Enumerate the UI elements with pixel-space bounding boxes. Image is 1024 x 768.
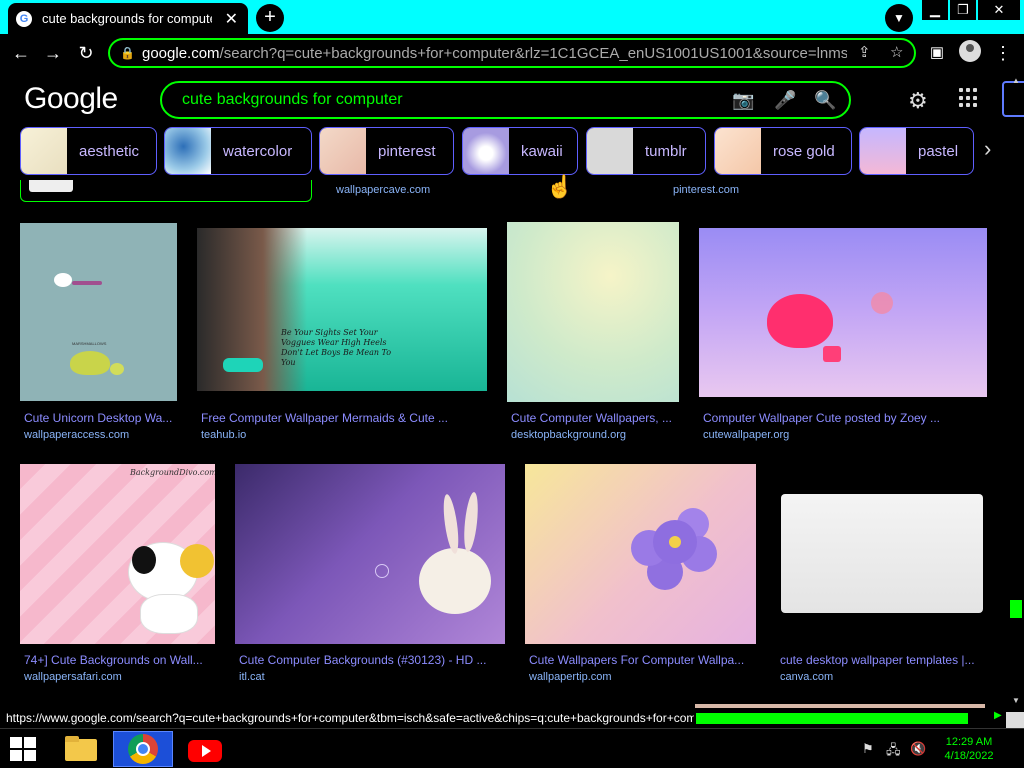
menu-kebab-icon[interactable]: ⋮ — [990, 40, 1016, 66]
result-source[interactable]: cutewallpaper.org — [703, 429, 789, 441]
back-arrow-icon[interactable]: ← — [8, 40, 34, 66]
result-source[interactable]: canva.com — [780, 671, 833, 683]
result-title[interactable]: Cute Wallpapers For Computer Wallpa... — [529, 653, 756, 667]
flag-icon[interactable]: ⚑ — [862, 741, 874, 757]
google-favicon-icon: G — [16, 10, 32, 27]
restore-button[interactable]: ❐ — [950, 0, 976, 20]
youtube-taskbar-icon[interactable] — [176, 732, 234, 766]
google-logo[interactable]: Google — [24, 82, 118, 116]
result-image-unicorn[interactable]: MARSHMALLOWS — [20, 223, 177, 401]
scroll-up-arrow-icon[interactable]: ▲ — [1012, 76, 1020, 85]
tab-strip: G cute backgrounds for computer - Google… — [0, 0, 1024, 34]
chip-pastel[interactable]: pastel — [859, 127, 974, 175]
result-image-bunny[interactable] — [235, 464, 505, 644]
chip-aesthetic[interactable]: aesthetic — [20, 127, 157, 175]
chip-rose-gold[interactable]: rose gold — [714, 127, 852, 175]
chip-kawaii[interactable]: kawaii — [462, 127, 578, 175]
chip-pinterest[interactable]: pinterest — [319, 127, 454, 175]
file-explorer-icon[interactable] — [52, 732, 110, 766]
result-title[interactable]: Cute Computer Wallpapers, ... — [511, 411, 679, 425]
new-tab-button[interactable]: + — [256, 4, 284, 32]
screen: G cute backgrounds for computer - Google… — [0, 0, 1024, 768]
next-row-image[interactable] — [695, 704, 985, 708]
chip-tumblr[interactable]: tumblr — [586, 127, 706, 175]
microphone-icon[interactable]: 🎤 — [774, 90, 796, 111]
result-image-dog[interactable]: BackgroundDivo.com — [20, 464, 215, 644]
selected-result-card[interactable] — [20, 180, 312, 202]
status-bar-url: https://www.google.com/search?q=cute+bac… — [0, 708, 694, 728]
result-title[interactable]: Cute Unicorn Desktop Wa... — [24, 411, 176, 425]
chip-watercolor[interactable]: watercolor — [164, 127, 312, 175]
result-source[interactable]: itl.cat — [239, 671, 265, 683]
scroll-right-arrow-icon[interactable]: ▶ — [994, 710, 1002, 721]
horizontal-scrollbar-thumb[interactable] — [696, 713, 968, 724]
network-icon[interactable]: 🖧 — [886, 741, 901, 763]
reload-icon[interactable]: ↻ — [73, 40, 99, 66]
sign-in-button[interactable] — [1002, 81, 1024, 117]
hand-cursor-icon: ☝ — [546, 174, 574, 199]
clock-date: 4/18/2022 — [944, 750, 994, 762]
taskbar: ⚑ 🖧 🔇 12:29 AM 4/18/2022 — [0, 728, 1024, 768]
address-bar[interactable]: 🔒 google.com/search?q=cute+backgrounds+f… — [108, 38, 916, 68]
search-input[interactable]: cute backgrounds for computer 📷 🎤 🔍 — [160, 81, 851, 119]
tab-search-button[interactable]: ▼ — [885, 4, 913, 32]
result-source[interactable]: desktopbackground.org — [511, 429, 626, 441]
tab-title: cute backgrounds for computer - Google S… — [42, 11, 212, 26]
share-icon[interactable]: ⇪ — [858, 43, 871, 61]
result-image-hedgehog[interactable] — [699, 228, 987, 397]
clock-time: 12:29 AM — [945, 736, 993, 748]
result-title[interactable]: Cute Computer Backgrounds (#30123) - HD … — [239, 653, 505, 667]
forward-arrow-icon[interactable]: → — [40, 40, 66, 66]
bookmark-star-icon[interactable]: ☆ — [890, 43, 903, 61]
result-image-mermaid[interactable]: Be Your Sights Set Your Voggues Wear Hig… — [197, 228, 487, 391]
search-query: cute backgrounds for computer — [182, 91, 403, 108]
camera-icon[interactable]: 📷 — [732, 90, 754, 111]
result-source[interactable]: wallpapersafari.com — [24, 671, 122, 683]
scrollbar-corner — [1006, 712, 1024, 728]
result-image-pastel[interactable] — [507, 222, 679, 402]
speaker-muted-icon[interactable]: 🔇 — [910, 741, 926, 757]
result-title[interactable]: Free Computer Wallpaper Mermaids & Cute … — [201, 411, 487, 425]
search-icon[interactable]: 🔍 — [814, 90, 836, 111]
result-image-template[interactable] — [781, 494, 983, 613]
close-window-button[interactable]: ✕ — [978, 0, 1020, 20]
result-title[interactable]: 74+] Cute Backgrounds on Wall... — [24, 653, 214, 667]
side-panel-icon[interactable]: ▣ — [924, 40, 950, 66]
tab-close-icon[interactable]: ✕ — [225, 9, 238, 29]
apps-grid-icon[interactable] — [959, 88, 979, 108]
result-source[interactable]: teahub.io — [201, 429, 246, 441]
windows-start-icon[interactable] — [10, 737, 38, 761]
scroll-down-arrow-icon[interactable]: ▼ — [1012, 696, 1020, 705]
gear-icon[interactable]: ⚙ — [908, 88, 928, 114]
clock[interactable]: 12:29 AM 4/18/2022 — [936, 735, 1002, 763]
vertical-scrollbar-thumb[interactable] — [1010, 600, 1022, 618]
horizontal-scrollbar[interactable]: ▶ — [694, 710, 1004, 726]
result-title[interactable]: Computer Wallpaper Cute posted by Zoey .… — [703, 411, 987, 425]
minimize-button[interactable]: ▁ — [922, 0, 948, 20]
result-source[interactable]: wallpapertip.com — [529, 671, 612, 683]
url-text: google.com/search?q=cute+backgrounds+for… — [142, 44, 847, 62]
result-source[interactable]: pinterest.com — [673, 184, 739, 196]
browser-toolbar: ← → ↻ 🔒 google.com/search?q=cute+backgro… — [0, 34, 1024, 72]
result-title[interactable]: cute desktop wallpaper templates |... — [780, 653, 990, 667]
profile-avatar[interactable] — [959, 40, 981, 62]
chrome-taskbar-icon[interactable] — [113, 731, 173, 767]
result-source[interactable]: wallpapercave.com — [336, 184, 430, 196]
lock-icon: 🔒 — [120, 46, 135, 60]
browser-tab[interactable]: G cute backgrounds for computer - Google… — [8, 3, 248, 34]
chevron-right-icon[interactable]: › — [984, 136, 991, 162]
result-source[interactable]: wallpaperaccess.com — [24, 429, 129, 441]
result-image-flower[interactable] — [525, 464, 756, 644]
